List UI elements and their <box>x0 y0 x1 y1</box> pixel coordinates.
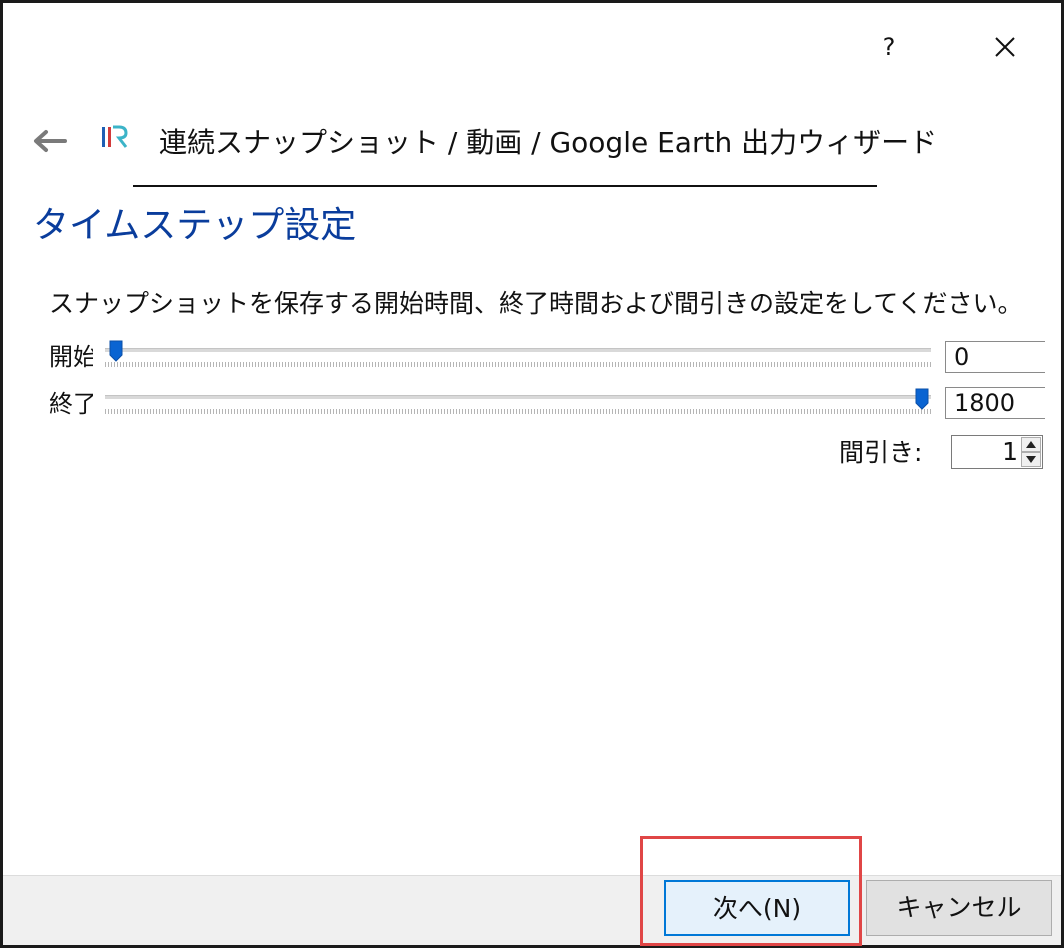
wizard-window: ? 連続スナップショット / 動画 / Google Earth 出力ウィザード… <box>0 0 1064 948</box>
spin-up-button[interactable] <box>1021 437 1041 452</box>
skip-spinbox[interactable]: 1 <box>951 435 1043 469</box>
triangle-up-icon <box>1026 441 1036 448</box>
close-button[interactable] <box>985 29 1025 65</box>
end-label: 終了 <box>49 390 93 415</box>
start-slider-track[interactable] <box>105 348 931 352</box>
end-slider-track[interactable] <box>105 395 931 399</box>
spin-down-button[interactable] <box>1021 452 1041 467</box>
start-slider-thumb[interactable] <box>109 340 123 362</box>
start-slider-ticks <box>105 362 931 367</box>
help-button[interactable]: ? <box>871 29 907 65</box>
end-slider-ticks <box>105 409 931 414</box>
end-slider-thumb[interactable] <box>915 388 929 410</box>
skip-value[interactable]: 1 <box>1002 436 1018 468</box>
close-icon <box>995 37 1015 57</box>
page-description: スナップショットを保存する開始時間、終了時間および間引きの設定をしてください。 <box>49 289 1023 318</box>
wizard-title: 連続スナップショット / 動画 / Google Earth 出力ウィザード <box>159 126 938 159</box>
highlight-annotation <box>640 836 862 946</box>
cancel-button[interactable]: キャンセル <box>866 880 1052 936</box>
triangle-down-icon <box>1026 456 1036 463</box>
start-label: 開始 <box>49 343 93 371</box>
skip-label: 間引き: <box>839 438 923 467</box>
end-value-field[interactable]: 1800 <box>945 387 1045 419</box>
back-arrow-icon <box>34 130 67 152</box>
start-value-field[interactable]: 0 <box>945 341 1045 373</box>
page-heading: タイムステップ設定 <box>33 205 357 246</box>
iric-logo-icon <box>102 125 128 148</box>
header-divider <box>133 185 877 187</box>
back-button[interactable] <box>29 123 69 159</box>
